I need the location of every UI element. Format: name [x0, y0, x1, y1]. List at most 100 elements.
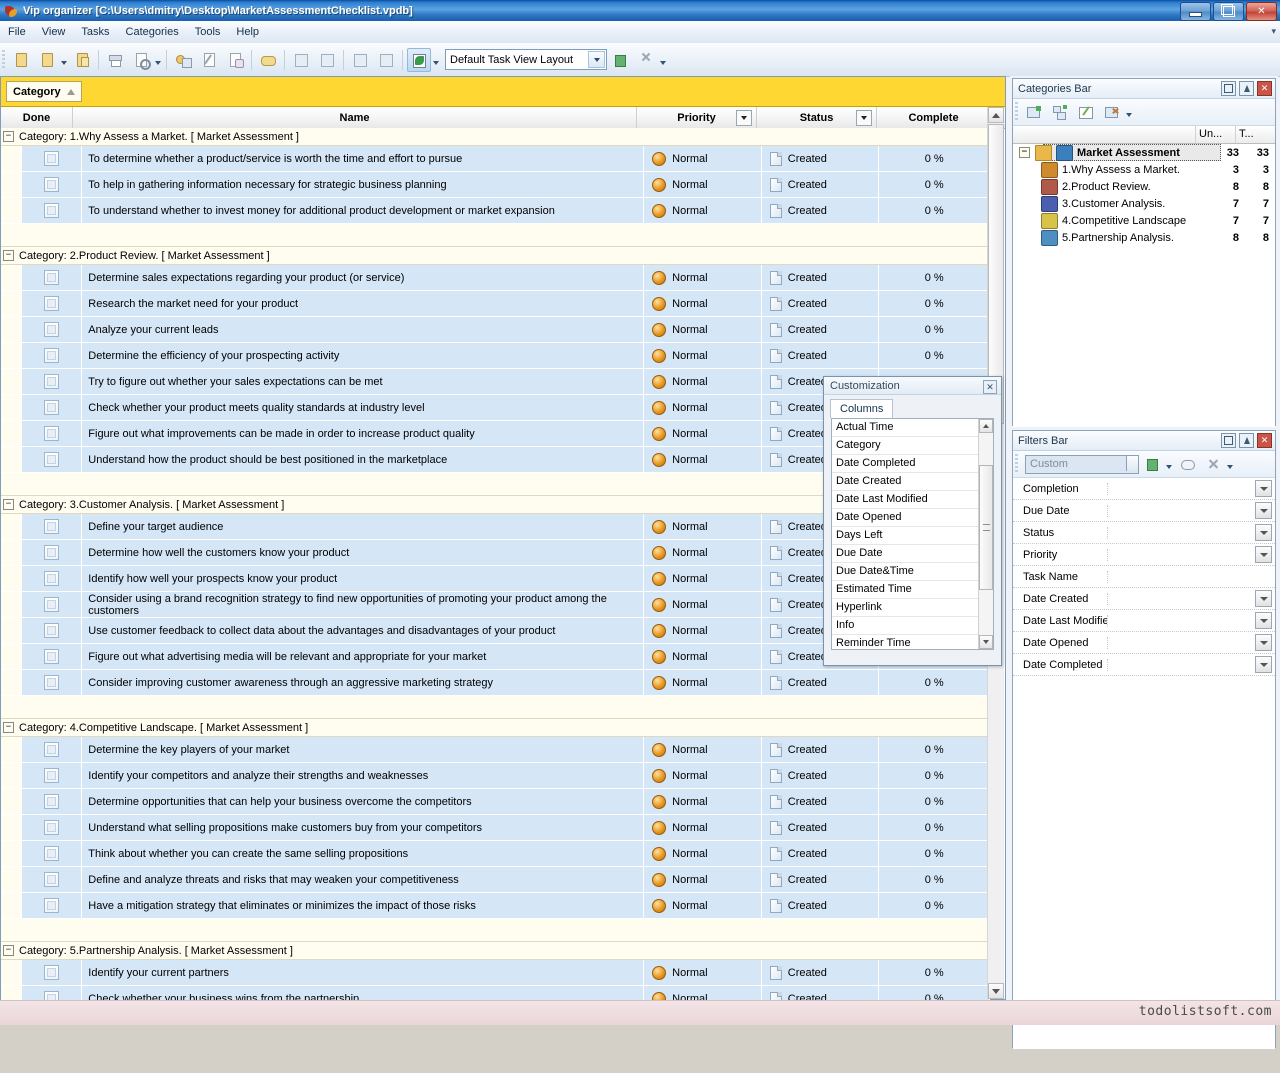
filter-preset-combo[interactable]: Custom — [1025, 455, 1139, 474]
layout-combo-chevron-down-icon[interactable] — [588, 51, 605, 68]
task-status-cell[interactable]: Created — [762, 265, 880, 290]
filter-row[interactable]: Date Completed — [1013, 654, 1275, 676]
task-row[interactable]: Define and analyze threats and risks tha… — [1, 867, 990, 893]
task-status-cell[interactable]: Created — [762, 670, 880, 695]
customization-column-list[interactable]: Actual TimeCategoryDate CompletedDate Cr… — [831, 418, 994, 650]
group-by-chip-category[interactable]: Category — [6, 81, 82, 102]
task-complete-cell[interactable]: 0 % — [879, 789, 990, 814]
task-name-cell[interactable]: Understand what selling propositions mak… — [82, 815, 644, 840]
task-priority-cell[interactable]: Normal — [644, 172, 762, 197]
task-name-cell[interactable]: Determine the efficiency of your prospec… — [82, 343, 644, 368]
task-name-cell[interactable]: Research the market need for your produc… — [82, 291, 644, 316]
filters-toolbar-chevron-down-icon[interactable] — [1227, 465, 1233, 469]
task-name-cell[interactable]: Identify your competitors and analyze th… — [82, 763, 644, 788]
done-checkbox[interactable] — [44, 846, 59, 861]
group-collapse-icon[interactable]: − — [3, 131, 14, 142]
filter-value[interactable] — [1108, 566, 1275, 587]
task-status-cell[interactable]: Created — [762, 317, 880, 342]
customization-scroll-down-button[interactable] — [979, 635, 993, 649]
task-done-cell[interactable] — [22, 841, 83, 866]
task-complete-cell[interactable]: 0 % — [879, 172, 990, 197]
task-row[interactable]: Analyze your current leadsNormalCreated0… — [1, 317, 990, 343]
customization-column-item[interactable]: Days Left — [832, 527, 993, 545]
task-row[interactable]: Identify your competitors and analyze th… — [1, 763, 990, 789]
layout-overflow-chevron-down-icon[interactable] — [660, 61, 666, 65]
task-status-cell[interactable]: Created — [762, 893, 880, 918]
menu-file[interactable]: File — [0, 23, 34, 41]
filter-row[interactable]: Date Created — [1013, 588, 1275, 610]
task-name-cell[interactable]: Try to figure out whether your sales exp… — [82, 369, 644, 394]
customization-column-item[interactable]: Hyperlink — [832, 599, 993, 617]
task-priority-cell[interactable]: Normal — [644, 815, 762, 840]
task-row[interactable]: Determine the efficiency of your prospec… — [1, 343, 990, 369]
filters-bar-pin-icon[interactable] — [1239, 433, 1254, 448]
done-checkbox[interactable] — [44, 675, 59, 690]
task-priority-cell[interactable]: Normal — [644, 960, 762, 985]
task-priority-cell[interactable]: Normal — [644, 789, 762, 814]
task-done-cell[interactable] — [22, 343, 83, 368]
category-tree-item[interactable]: 5.Partnership Analysis.88 — [1013, 229, 1275, 246]
task-done-cell[interactable] — [22, 986, 83, 1000]
task-name-cell[interactable]: Determine the key players of your market — [82, 737, 644, 762]
task-done-cell[interactable] — [22, 867, 83, 892]
task-status-cell[interactable]: Created — [762, 146, 880, 171]
group-header-row[interactable]: −Category: 4.Competitive Landscape. [ Ma… — [1, 719, 990, 737]
filter-row[interactable]: Date Last Modifie — [1013, 610, 1275, 632]
filter-preset-chevron-down-icon[interactable] — [1126, 456, 1138, 471]
task-name-cell[interactable]: Check whether your product meets quality… — [82, 395, 644, 420]
group-header-row[interactable]: −Category: 5.Partnership Analysis. [ Mar… — [1, 942, 990, 960]
task-name-cell[interactable]: Think about whether you can create the s… — [82, 841, 644, 866]
task-name-cell[interactable]: Have a mitigation strategy that eliminat… — [82, 893, 644, 918]
save-filter-chevron-down-icon[interactable] — [1166, 465, 1172, 469]
group-header-row[interactable]: −Category: 2.Product Review. [ Market As… — [1, 247, 990, 265]
categories-col-uncompleted[interactable]: Un... — [1195, 126, 1235, 143]
task-status-cell[interactable]: Created — [762, 737, 880, 762]
done-checkbox[interactable] — [44, 203, 59, 218]
filter-chevron-down-icon[interactable] — [1255, 524, 1272, 541]
task-priority-cell[interactable]: Normal — [644, 540, 762, 565]
category-tree-item[interactable]: −Market Assessment3333 — [1013, 144, 1275, 161]
task-complete-cell[interactable]: 0 % — [879, 986, 990, 1000]
view-layout-chevron-down-icon[interactable] — [433, 61, 439, 65]
task-done-cell[interactable] — [22, 447, 83, 472]
task-priority-cell[interactable]: Normal — [644, 867, 762, 892]
filter-row[interactable]: Date Opened — [1013, 632, 1275, 654]
delete-filter-icon[interactable] — [1201, 452, 1225, 476]
status-filter-icon[interactable] — [856, 110, 872, 126]
task-done-cell[interactable] — [22, 592, 83, 617]
categories-toolbar-grip[interactable] — [1015, 102, 1018, 122]
menu-categories[interactable]: Categories — [118, 23, 187, 41]
customization-scroll-thumb[interactable] — [979, 465, 993, 590]
task-complete-cell[interactable]: 0 % — [879, 343, 990, 368]
restore-button[interactable] — [1213, 2, 1244, 21]
task-status-cell[interactable]: Created — [762, 343, 880, 368]
done-checkbox[interactable] — [44, 623, 59, 638]
filter-chevron-down-icon[interactable] — [1255, 546, 1272, 563]
save-filter-icon[interactable] — [1140, 452, 1164, 476]
task-done-cell[interactable] — [22, 644, 83, 669]
task-status-cell[interactable]: Created — [762, 815, 880, 840]
new-task-chevron-down-icon[interactable] — [61, 61, 67, 65]
tab-columns[interactable]: Columns — [830, 399, 893, 418]
task-priority-cell[interactable]: Normal — [644, 618, 762, 643]
task-done-cell[interactable] — [22, 265, 83, 290]
task-priority-cell[interactable]: Normal — [644, 514, 762, 539]
done-checkbox[interactable] — [44, 794, 59, 809]
filter-row[interactable]: Due Date — [1013, 500, 1275, 522]
task-done-cell[interactable] — [22, 815, 83, 840]
task-status-cell[interactable]: Created — [762, 960, 880, 985]
categories-bar-restore-icon[interactable] — [1221, 81, 1236, 96]
priority-filter-icon[interactable] — [736, 110, 752, 126]
task-name-cell[interactable]: Determine sales expectations regarding y… — [82, 265, 644, 290]
task-priority-cell[interactable]: Normal — [644, 841, 762, 866]
edit-category-icon[interactable] — [1074, 100, 1098, 124]
done-checkbox[interactable] — [44, 270, 59, 285]
task-status-cell[interactable]: Created — [762, 841, 880, 866]
done-checkbox[interactable] — [44, 151, 59, 166]
task-done-cell[interactable] — [22, 893, 83, 918]
task-name-cell[interactable]: Figure out what advertising media will b… — [82, 644, 644, 669]
new-subcategory-icon[interactable] — [1048, 100, 1072, 124]
categories-toolbar-chevron-down-icon[interactable] — [1126, 113, 1132, 117]
filter-row[interactable]: Task Name — [1013, 566, 1275, 588]
group-collapse-icon[interactable]: − — [3, 250, 14, 261]
